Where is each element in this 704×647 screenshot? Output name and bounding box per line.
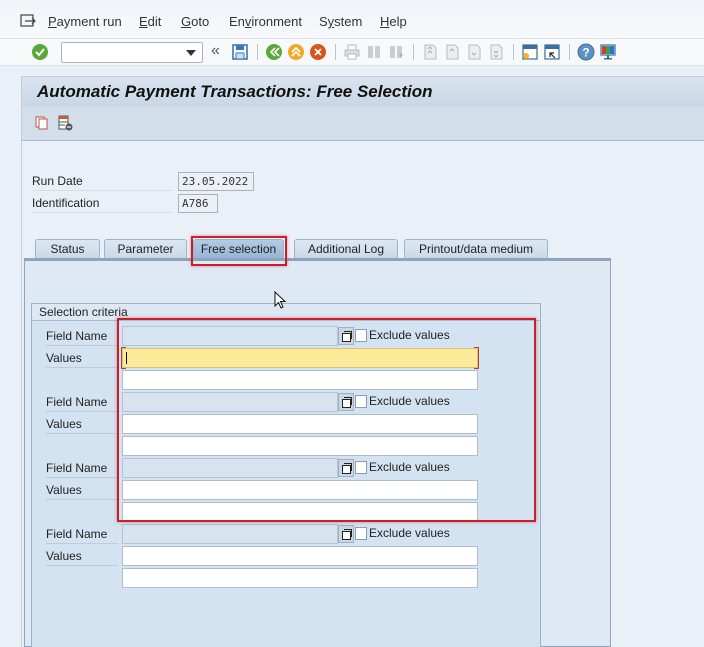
standard-toolbar: « ? <box>0 38 704 66</box>
print-icon[interactable] <box>343 43 361 61</box>
shortcut-icon[interactable] <box>543 43 561 61</box>
back-icon[interactable] <box>265 43 283 61</box>
exclude-values-checkbox-4[interactable] <box>355 527 367 540</box>
identification-label: Identification <box>32 194 172 213</box>
values-label: Values <box>46 480 118 500</box>
collapse-command-icon[interactable]: « <box>211 42 220 60</box>
enter-icon[interactable] <box>31 43 49 61</box>
cancel-icon[interactable] <box>309 43 327 61</box>
values-label: Values <box>46 414 118 434</box>
customize-layout-icon[interactable] <box>599 43 617 61</box>
values-input-4b[interactable] <box>122 568 478 588</box>
separator <box>569 44 570 60</box>
menu-edit[interactable]: Edit <box>139 14 161 29</box>
copy-icon[interactable] <box>34 115 50 131</box>
command-field[interactable] <box>61 42 203 63</box>
menu-icon[interactable] <box>20 14 36 28</box>
next-page-icon[interactable] <box>465 43 483 61</box>
exclude-values-label: Exclude values <box>369 526 450 540</box>
first-page-icon[interactable] <box>421 43 439 61</box>
page-title: Automatic Payment Transactions: Free Sel… <box>37 82 433 101</box>
selection-highlight-box <box>117 318 536 522</box>
svg-text:?: ? <box>582 46 589 60</box>
create-session-icon[interactable] <box>521 43 539 61</box>
title-bar: Automatic Payment Transactions: Free Sel… <box>21 76 704 106</box>
menu-environment[interactable]: Environment <box>229 14 302 29</box>
tab-parameter[interactable]: Parameter <box>104 239 187 259</box>
previous-page-icon[interactable] <box>443 43 461 61</box>
separator <box>413 44 414 60</box>
run-date-field: 23.05.2022 <box>178 172 254 191</box>
run-date-label: Run Date <box>32 172 172 191</box>
save-icon[interactable] <box>231 43 249 61</box>
help-icon[interactable]: ? <box>577 43 595 61</box>
values-label: Values <box>46 348 118 368</box>
field-name-label: Field Name <box>46 458 118 478</box>
menu-system[interactable]: System <box>319 14 362 29</box>
identification-field: A786 <box>178 194 218 213</box>
tab-status[interactable]: Status <box>35 239 100 259</box>
delete-row-icon[interactable] <box>57 115 73 131</box>
application-toolbar <box>21 106 704 141</box>
separator <box>257 44 258 60</box>
tab-highlight-box <box>191 236 287 266</box>
tab-printout-data-medium[interactable]: Printout/data medium <box>404 239 548 259</box>
field-name-label: Field Name <box>46 524 118 544</box>
mouse-cursor-icon <box>274 291 287 309</box>
tab-additional-log[interactable]: Additional Log <box>294 239 398 259</box>
menu-goto[interactable]: Goto <box>181 14 209 29</box>
values-input-4a[interactable] <box>122 546 478 566</box>
find-icon[interactable] <box>365 43 383 61</box>
field-select-icon[interactable] <box>338 525 354 543</box>
field-name-label: Field Name <box>46 392 118 412</box>
menu-payment-run[interactable]: Payment run <box>48 14 122 29</box>
last-page-icon[interactable] <box>487 43 505 61</box>
chevron-down-icon[interactable] <box>186 50 196 56</box>
values-label: Values <box>46 546 118 566</box>
field-name-input-4[interactable] <box>122 524 338 544</box>
exit-icon[interactable] <box>287 43 305 61</box>
field-name-label: Field Name <box>46 326 118 346</box>
separator <box>335 44 336 60</box>
find-next-icon[interactable] <box>387 43 405 61</box>
menu-bar: Payment run Edit Goto Environment System… <box>0 0 704 38</box>
separator <box>513 44 514 60</box>
menu-help[interactable]: Help <box>380 14 407 29</box>
